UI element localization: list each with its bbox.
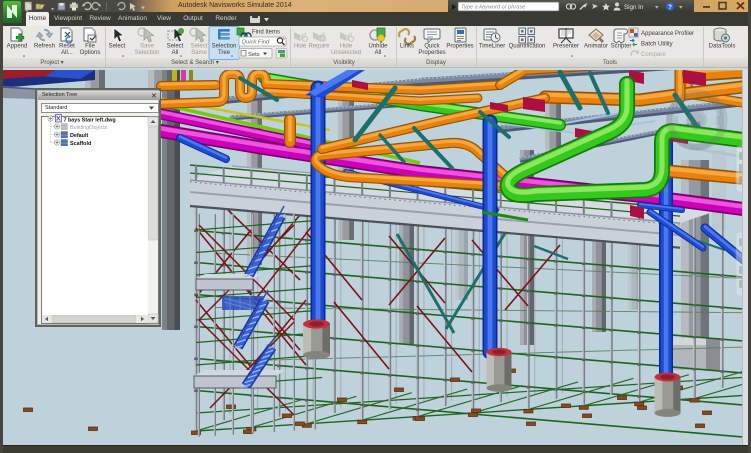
svg-text:Reset: Reset [59, 44, 75, 50]
svg-text:Hide: Hide [340, 44, 353, 50]
svg-text:Links: Links [400, 44, 414, 50]
svg-text:Selection: Selection [212, 44, 237, 50]
svg-text:DataTools: DataTools [709, 44, 736, 50]
svg-text:All...: All... [61, 50, 73, 56]
svg-text:Animator: Animator [584, 44, 608, 50]
svg-text:Properties: Properties [418, 50, 445, 56]
svg-text:Options: Options [80, 50, 101, 56]
svg-text:Same: Same [191, 50, 207, 56]
svg-text:Scaffold: Scaffold [70, 141, 91, 147]
svg-text:All: All [172, 50, 179, 56]
svg-text:Unselected: Unselected [331, 50, 361, 56]
svg-text:Presenter: Presenter [553, 44, 579, 50]
svg-text:Scripter: Scripter [611, 44, 632, 50]
svg-text:Tree: Tree [218, 50, 231, 56]
svg-text:Default: Default [70, 133, 88, 139]
svg-text:Select: Select [191, 44, 208, 50]
svg-text:Properties: Properties [446, 44, 473, 50]
svg-text:Hide: Hide [294, 44, 307, 50]
svg-text:Refresh: Refresh [34, 44, 55, 50]
svg-text:Quick: Quick [424, 44, 440, 50]
svg-text:Appearance Profiler: Appearance Profiler [641, 31, 694, 37]
svg-text:All: All [375, 50, 382, 56]
svg-text:Compare: Compare [641, 52, 666, 58]
svg-text:File: File [85, 44, 95, 50]
svg-text:TimeLiner: TimeLiner [479, 44, 505, 50]
svg-text:Select: Select [109, 44, 126, 50]
svg-text:Select: Select [167, 44, 184, 50]
svg-text:Batch Utility: Batch Utility [641, 42, 673, 48]
svg-text:Require: Require [308, 44, 330, 50]
svg-text:7 bays Stair left.dwg: 7 bays Stair left.dwg [64, 117, 116, 123]
svg-text:Sets: Sets [248, 52, 260, 58]
svg-text:Save: Save [140, 44, 154, 50]
svg-text:Selection: Selection [135, 50, 160, 56]
svg-text:Find Items: Find Items [252, 30, 280, 36]
svg-text:Quick Find: Quick Find [242, 40, 270, 46]
svg-text:BuildingObjects: BuildingObjects [70, 125, 108, 131]
svg-text:Unhide: Unhide [368, 44, 388, 50]
svg-text:Append: Append [7, 44, 28, 50]
svg-text:Quantification: Quantification [509, 44, 546, 50]
